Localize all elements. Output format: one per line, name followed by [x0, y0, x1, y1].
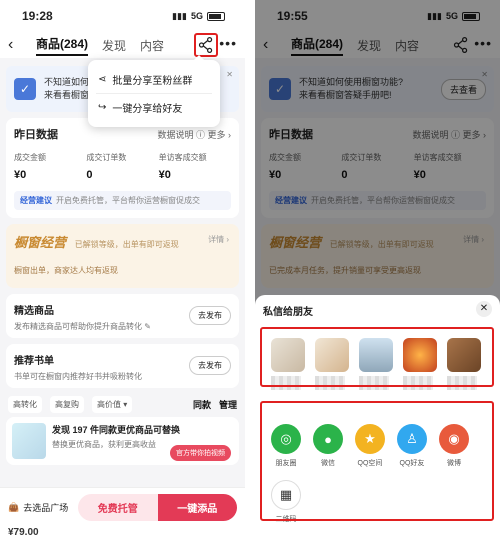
card-note: 橱窗出单，商家达人均有返现 [14, 266, 118, 275]
share-sheet: 私信给朋友 ✕ ◎ 朋友圈 ● 微信 ★ QQ空间 ♙ QQ好友 ◉ 微博 ▦ 二维码 [255, 295, 500, 549]
free-hosting-button[interactable]: 免费托管 [78, 494, 158, 521]
close-icon[interactable]: ✕ [476, 301, 492, 317]
advice-label: 经营建议 [20, 196, 52, 205]
close-icon[interactable]: ✕ [226, 70, 233, 79]
cell-signal-icon: ▮▮▮ [172, 10, 187, 21]
share-popup-menu: ⋖ 批量分享至粉丝群 ↪ 一键分享给好友 [88, 55, 220, 127]
metric-value: 0 [86, 169, 93, 181]
store-label: 去选品广场 [23, 503, 69, 513]
battery-icon [207, 11, 225, 21]
metric-value: ¥0 [158, 169, 171, 181]
promo-image [12, 423, 46, 459]
tab-discover[interactable]: 发现 [102, 37, 126, 54]
menu-item-label: 批量分享至粉丝群 [112, 76, 193, 87]
network-type: 5G [190, 11, 203, 21]
share-highlight [194, 33, 218, 57]
showcase-operation-card[interactable]: 橱窗经营 已解锁等级，出单有即可返现 详情 › 橱窗出单，商家达人均有返现 [6, 224, 239, 288]
status-bar: 19:28 ▮▮▮ 5G [0, 0, 245, 32]
back-icon[interactable]: ‹ [8, 36, 22, 54]
advice-text: 开启免费托管，平台帮你运营橱窗促成交 [56, 196, 200, 205]
apps-highlight [260, 401, 494, 521]
book-icon: ✓ [14, 78, 36, 100]
detail-link[interactable]: 详情 › [208, 234, 229, 245]
publish-button[interactable]: 去发布 [189, 356, 231, 375]
booklist-row: 推荐书单 书单可在橱窗内推荐好书并吸粉转化 去发布 [6, 344, 239, 388]
friends-highlight [260, 327, 494, 387]
metric-gmv: 成交金额 ¥0 [14, 152, 86, 181]
metric-label: 成交金额 [14, 153, 46, 162]
promo-title: 发现 197 件同款更优商品可替换 [52, 425, 181, 435]
menu-item-label: 一键分享给好友 [112, 104, 183, 115]
store-link[interactable]: 👜 去选品广场 [8, 501, 72, 514]
menu-item-share-to-fan-group[interactable]: ⋖ 批量分享至粉丝群 [96, 66, 212, 93]
video-tag[interactable]: 官方带你拍视频 [170, 445, 231, 461]
filter-bar: 高转化 高复购 高价值 ▾ 同款 管理 [0, 388, 245, 417]
replace-promo-card[interactable]: 发现 197 件同款更优商品可替换 替换更优商品，获利更高收益 官方带你拍视频 [6, 417, 239, 465]
right-screenshot: 19:55 ▮▮▮ 5G ‹ 商品(284) 发现 内容 ••• ✓ 不知道如何… [255, 0, 500, 549]
card-title: 橱窗经营 [14, 235, 67, 250]
card-subtitle: 已解锁等级，出单有即可返现 [74, 240, 179, 249]
bottom-action-bar: 👜 去选品广场 免费托管 一键添品 ¥79.00 [0, 487, 245, 549]
metric-label: 单访客成交额 [158, 153, 207, 162]
publish-button[interactable]: 去发布 [189, 306, 231, 325]
status-time: 19:28 [22, 9, 53, 23]
same-style-button[interactable]: 同款 [193, 398, 211, 411]
metric-label: 成交订单数 [86, 153, 127, 162]
filter-high-repurchase[interactable]: 高复购 [50, 396, 84, 413]
tab-products[interactable]: 商品(284) [36, 35, 89, 56]
manage-button[interactable]: 管理 [219, 398, 237, 411]
menu-item-share-to-friend[interactable]: ↪ 一键分享给好友 [96, 93, 212, 121]
featured-products-row: 精选商品 发布精选商品可帮助你提升商品转化 ✎ 去发布 [6, 294, 239, 338]
sheet-title: 私信给朋友 [263, 307, 313, 318]
signal-indicator: ▮▮▮ 5G [172, 11, 225, 22]
metric-orders: 成交订单数 0 [86, 152, 158, 181]
add-products-button[interactable]: 一键添品 [157, 494, 237, 521]
metric-per-visitor: 单访客成交额 ¥0 [159, 152, 231, 181]
product-price: ¥79.00 [8, 527, 39, 538]
yesterday-data-card: 昨日数据 数据说明 ⓘ 更多 › 成交金额 ¥0 成交订单数 0 单访客成交额 ¥0 … [6, 118, 239, 218]
promo-subtitle: 替换更优商品，获利更高收益 [52, 440, 156, 449]
filter-high-value[interactable]: 高价值 ▾ [92, 396, 133, 413]
tab-content[interactable]: 内容 [140, 37, 164, 54]
section-title[interactable]: 昨日数据 [14, 126, 58, 142]
filter-high-conversion[interactable]: 高转化 [8, 396, 42, 413]
bag-icon: 👜 [8, 502, 20, 512]
left-screenshot: 19:28 ▮▮▮ 5G ‹ 商品(284) 发现 内容 ••• ⋖ 批量分享至… [0, 0, 245, 549]
metric-value: ¥0 [14, 169, 27, 181]
more-icon[interactable]: ••• [219, 35, 237, 51]
data-links[interactable]: 数据说明 ⓘ 更多 › [158, 128, 232, 141]
advice-bar[interactable]: 经营建议 开启免费托管，平台帮你运营橱窗促成交 [14, 191, 231, 210]
forward-icon: ↪ [98, 102, 107, 113]
share-icon: ⋖ [98, 74, 107, 85]
